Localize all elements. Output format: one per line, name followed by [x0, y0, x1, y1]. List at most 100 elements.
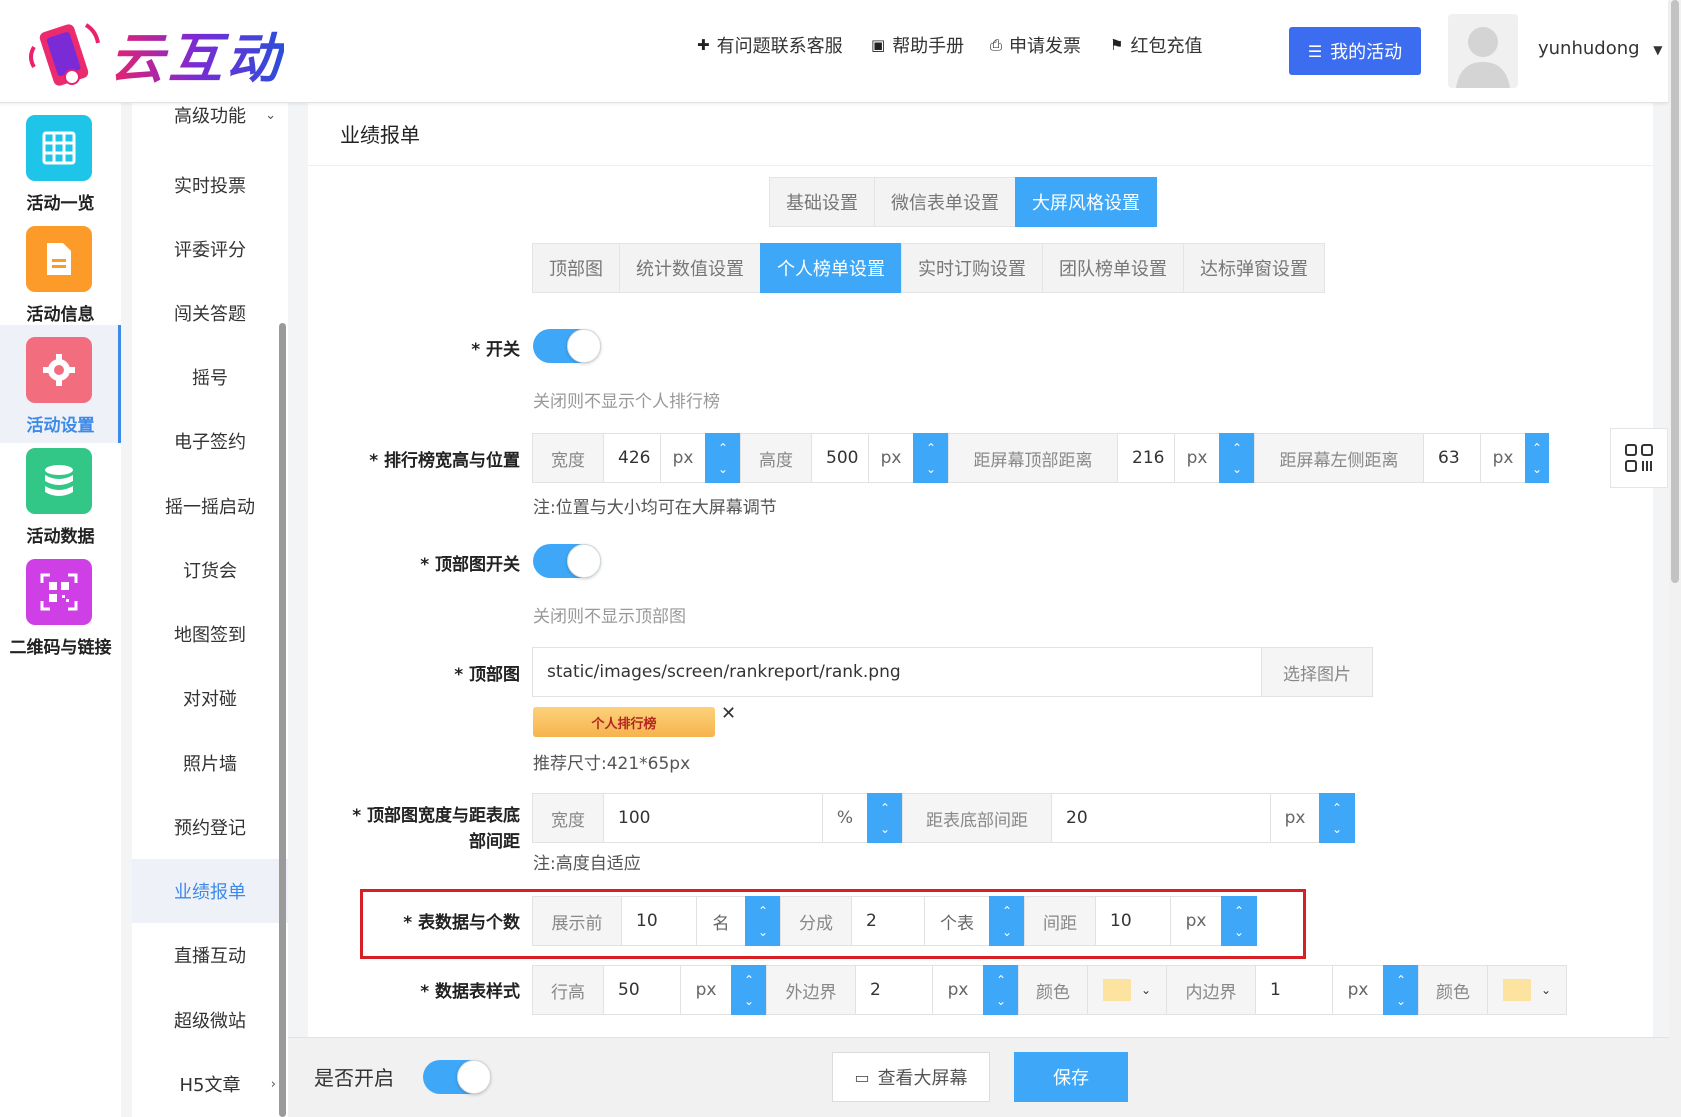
- menu-item[interactable]: 闯关答题: [132, 281, 288, 345]
- chevron-up-icon: ⌃: [925, 440, 937, 455]
- switch-label: * 开关: [471, 340, 520, 360]
- row-height-input[interactable]: 50: [603, 965, 681, 1015]
- menu-item[interactable]: 地图签到: [132, 602, 288, 666]
- tab-personal-ranking[interactable]: 个人榜单设置: [760, 243, 902, 293]
- margin-input[interactable]: 2: [855, 965, 933, 1015]
- logo-text: 云互动: [110, 14, 284, 93]
- menu-item[interactable]: 照片墙: [132, 731, 288, 795]
- left-distance-input[interactable]: 63: [1423, 433, 1481, 483]
- show-count-input[interactable]: 10: [621, 896, 697, 946]
- menu-item-label: 地图签到: [174, 625, 246, 646]
- padding-stepper[interactable]: ⌃ ⌄: [1383, 965, 1419, 1015]
- close-icon[interactable]: ✕: [721, 703, 736, 724]
- save-button[interactable]: 保存: [1014, 1052, 1128, 1102]
- select-image-button[interactable]: 选择图片: [1261, 647, 1373, 697]
- menu-item[interactable]: 订货会: [132, 538, 288, 602]
- sidebar-item-qrcode-link[interactable]: 二维码与链接: [0, 547, 121, 665]
- tab-basic-settings[interactable]: 基础设置: [769, 177, 875, 227]
- bottom-gap-input[interactable]: 20: [1051, 793, 1271, 843]
- width-input[interactable]: 426: [603, 433, 661, 483]
- chevron-up-icon: ⌃: [757, 903, 769, 918]
- row-height-stepper[interactable]: ⌃ ⌄: [731, 965, 767, 1015]
- menu-item[interactable]: 电子签约: [132, 409, 288, 473]
- color-swatch: [1102, 979, 1131, 1001]
- user-menu[interactable]: yunhudong ▼: [1538, 38, 1663, 59]
- sidebar-item-activity-settings[interactable]: 活动设置: [0, 325, 121, 443]
- chevron-up-icon: ⌃: [1231, 440, 1243, 455]
- spacing-stepper[interactable]: ⌃ ⌄: [1221, 896, 1257, 946]
- menu-item-performance-report[interactable]: 业绩报单: [132, 859, 288, 923]
- sidebar-item-label: 活动数据: [26, 527, 95, 547]
- nav-customer-service[interactable]: ✚ 有问题联系客服: [697, 32, 843, 58]
- page-scrollbar[interactable]: [1669, 0, 1681, 1117]
- nav-redpacket-recharge[interactable]: ⚑ 红包充值: [1110, 32, 1202, 58]
- qrcode-float-button[interactable]: [1610, 428, 1668, 488]
- menu-item[interactable]: 评委评分: [132, 217, 288, 281]
- position-label: * 排行榜宽高与位置: [369, 451, 520, 471]
- feature-menu: 高级功能 ⌄ 实时投票 评委评分 闯关答题 摇号 电子签约 摇一摇启动 订货会 …: [132, 103, 288, 1117]
- avatar[interactable]: [1448, 14, 1518, 88]
- show-count-stepper[interactable]: ⌃ ⌄: [745, 896, 781, 946]
- height-input[interactable]: 500: [811, 433, 869, 483]
- tab-screen-style[interactable]: 大屏风格设置: [1015, 177, 1157, 227]
- spacing-input[interactable]: 10: [1095, 896, 1171, 946]
- nav-help-manual[interactable]: ▣ 帮助手册: [871, 32, 964, 58]
- menu-item-h5[interactable]: H5文章 ›: [132, 1052, 288, 1116]
- margin-stepper[interactable]: ⌃ ⌄: [983, 965, 1019, 1015]
- table-data-row: 展示前 10 名 ⌃ ⌄ 分成 2 个表 ⌃ ⌄ 间距 10 px ⌃ ⌄: [532, 896, 1257, 946]
- padding-color-picker[interactable]: ⌄: [1487, 965, 1567, 1015]
- sidebar-item-activity-info[interactable]: 活动信息: [0, 214, 121, 332]
- tab-realtime-order[interactable]: 实时订购设置: [901, 243, 1043, 293]
- scrollbar-thumb[interactable]: [1671, 0, 1679, 583]
- top-width-input[interactable]: 100: [603, 793, 823, 843]
- menu-item[interactable]: 超级微站: [132, 988, 288, 1052]
- qrcode-icon: [26, 559, 92, 625]
- menu-item[interactable]: 摇一摇启动: [132, 474, 288, 538]
- logo[interactable]: 云互动: [26, 14, 284, 93]
- border-color-picker[interactable]: ⌄: [1087, 965, 1167, 1015]
- divider: [308, 165, 1653, 166]
- switch-hint: 关闭则不显示个人排行榜: [533, 392, 720, 412]
- sidebar-item-activity-data[interactable]: 活动数据: [0, 436, 121, 554]
- menu-scrollbar[interactable]: [279, 323, 286, 1117]
- padding-input[interactable]: 1: [1255, 965, 1333, 1015]
- enable-switch[interactable]: [423, 1060, 491, 1094]
- top-distance-stepper[interactable]: ⌃ ⌄: [1219, 433, 1255, 483]
- ranking-switch[interactable]: [533, 329, 601, 363]
- menu-item[interactable]: 摇号: [132, 345, 288, 409]
- split-addon: 分成: [780, 896, 852, 946]
- tab-target-popup[interactable]: 达标弹窗设置: [1183, 243, 1325, 293]
- position-note: 注:位置与大小均可在大屏幕调节: [533, 498, 777, 518]
- nav-invoice[interactable]: ⎙ 申请发票: [990, 32, 1081, 58]
- tab-top-image[interactable]: 顶部图: [532, 243, 620, 293]
- unit: px: [1174, 433, 1220, 483]
- my-activity-button[interactable]: ☰ 我的活动: [1289, 27, 1421, 75]
- top-image-switch[interactable]: [533, 544, 601, 578]
- tab-team-ranking[interactable]: 团队榜单设置: [1042, 243, 1184, 293]
- width-stepper[interactable]: ⌃ ⌄: [705, 433, 741, 483]
- left-distance-stepper[interactable]: ⌃ ⌄: [1525, 433, 1549, 483]
- tab-stats[interactable]: 统计数值设置: [619, 243, 761, 293]
- menu-item[interactable]: 实时投票: [132, 153, 288, 217]
- unit: px: [680, 965, 732, 1015]
- split-count-stepper[interactable]: ⌃ ⌄: [989, 896, 1025, 946]
- top-width-stepper[interactable]: ⌃ ⌄: [867, 793, 903, 843]
- view-screen-label: 查看大屏幕: [877, 1068, 968, 1089]
- menu-item[interactable]: 预约登记: [132, 795, 288, 859]
- gear-icon: [26, 337, 92, 403]
- chevron-up-icon: ⌃: [717, 440, 729, 455]
- top-distance-input[interactable]: 216: [1117, 433, 1175, 483]
- document-icon: [26, 226, 92, 292]
- sidebar-item-activity-list[interactable]: 活动一览: [0, 103, 121, 221]
- top-image-path-input[interactable]: static/images/screen/rankreport/rank.png: [532, 647, 1262, 697]
- menu-item[interactable]: 直播互动: [132, 923, 288, 987]
- toggle-knob: [567, 544, 601, 578]
- menu-item[interactable]: 对对碰: [132, 666, 288, 730]
- tab-wechat-form[interactable]: 微信表单设置: [874, 177, 1016, 227]
- height-stepper[interactable]: ⌃ ⌄: [913, 433, 949, 483]
- unit: px: [932, 965, 984, 1015]
- table-style-row: 行高 50 px ⌃ ⌄ 外边界 2 px ⌃ ⌄ 颜色 ⌄ 内边界 1 px ⌃ ⌄…: [532, 965, 1567, 1015]
- bottom-gap-stepper[interactable]: ⌃ ⌄: [1319, 793, 1355, 843]
- view-screen-button[interactable]: ▭ 查看大屏幕: [832, 1052, 990, 1102]
- split-count-input[interactable]: 2: [851, 896, 925, 946]
